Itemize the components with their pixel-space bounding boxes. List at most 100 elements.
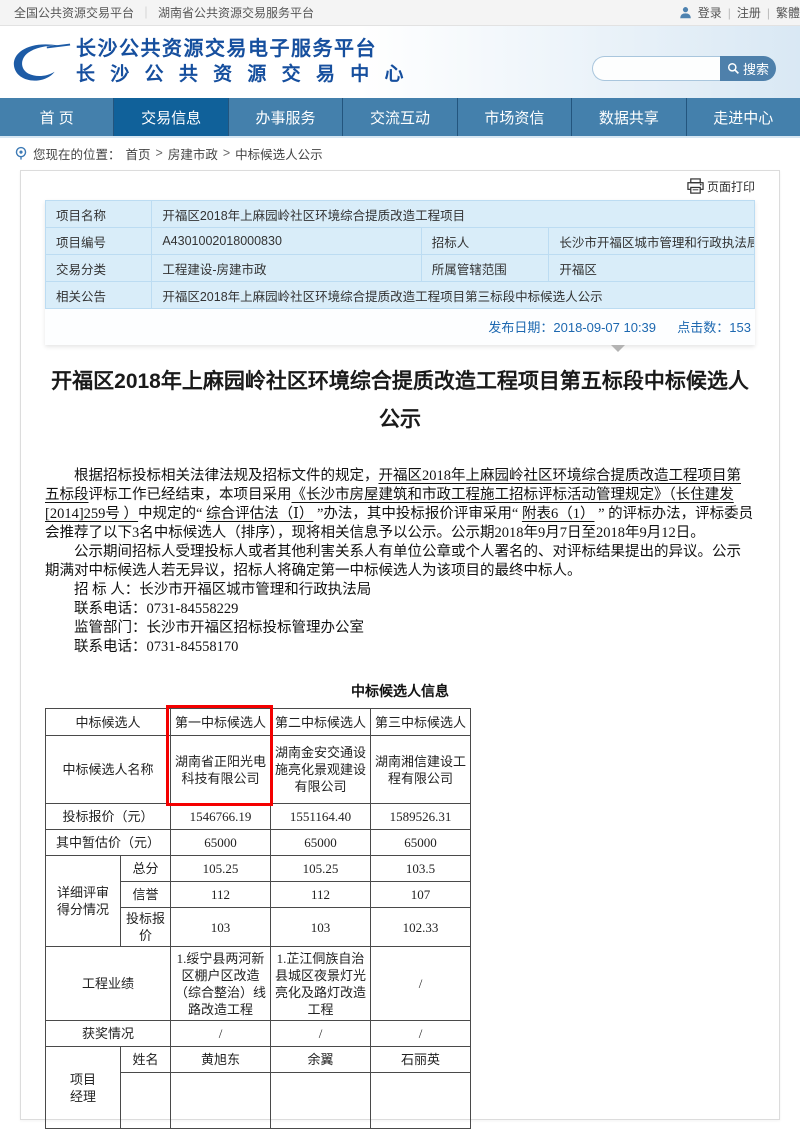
performance-2: 1.芷江侗族自治县城区夜景灯光亮化及路灯改造工程 xyxy=(271,947,371,1021)
awards-2: / xyxy=(271,1021,371,1047)
top-utility-bar: 全国公共资源交易平台 ｜ 湖南省公共资源交易服务平台 登录 | 注册 | 繁體 xyxy=(0,0,800,26)
contact-line-phone-2: 联系电话：0731-84558170 xyxy=(45,638,755,657)
manager-name-3: 石丽英 xyxy=(371,1047,471,1073)
project-name-value: 开福区2018年上麻园岭社区环境综合提质改造工程项目 xyxy=(152,201,755,228)
breadcrumb-home[interactable]: 首页 xyxy=(126,144,151,163)
register-link[interactable]: 注册 xyxy=(737,4,761,21)
performance-1: 1.绥宁县两河新区棚户区改造（综合整治）线路改造工程 xyxy=(171,947,271,1021)
site-title-line2: 长 沙 公 共 资 源 交 易 中 心 xyxy=(76,62,409,88)
project-no-value: A4301002018000830 xyxy=(152,228,421,255)
score-credit-1: 112 xyxy=(171,882,271,908)
traditional-chinese-link[interactable]: 繁體 xyxy=(776,4,800,21)
link-national-platform[interactable]: 全国公共资源交易平台 xyxy=(14,4,134,21)
header-candidate: 中标候选人 xyxy=(46,709,171,736)
topbar-auth: 登录 | 注册 | 繁體 xyxy=(679,4,800,21)
user-icon xyxy=(679,6,692,19)
row-label: 其中暂估价（元） xyxy=(46,830,171,856)
table-cell-empty xyxy=(371,1073,471,1129)
site-logo[interactable] xyxy=(10,38,72,86)
awards-1: / xyxy=(171,1021,271,1047)
row-label: 投标报价（元） xyxy=(46,804,171,830)
location-pin-icon xyxy=(14,146,28,160)
score-bid-3: 102.33 xyxy=(371,908,471,947)
candidates-table: 中标候选人 第一中标候选人 第二中标候选人 第三中标候选人 中标候选人名称 湖南… xyxy=(45,708,471,1129)
tenderer-value: 长沙市开福区城市管理和行政执法局 xyxy=(549,228,755,255)
notice-cell: 开福区2018年上麻园岭社区环境综合提质改造工程项目第三标段中标候选人公示 xyxy=(152,282,755,309)
article-paragraph-2: 公示期间招标人受理投标人或者其他利害关系人有单位公章或个人署名的、对评标结果提出… xyxy=(45,543,755,581)
login-link[interactable]: 登录 xyxy=(698,4,722,21)
site-header: 长沙公共资源交易电子服务平台 长 沙 公 共 资 源 交 易 中 心 搜索 xyxy=(0,26,800,98)
row-bid-price: 投标报价（元） 1546766.19 1551164.40 1589526.31 xyxy=(46,804,471,830)
main-nav: 首 页 交易信息 办事服务 交流互动 市场资信 数据共享 走进中心 xyxy=(0,98,800,138)
bid-price-1: 1546766.19 xyxy=(171,804,271,830)
row-label: 信誉 xyxy=(121,882,171,908)
bid-price-2: 1551164.40 xyxy=(271,804,371,830)
contact-line-supervisor: 监管部门：长沙市开福区招标投标管理办公室 xyxy=(45,619,755,638)
content-card: 页面打印 项目名称 开福区2018年上麻园岭社区环境综合提质改造工程项目 项目编… xyxy=(20,170,780,1120)
candidate-3-name: 湖南湘信建设工程有限公司 xyxy=(371,736,471,804)
row-candidate-names: 中标候选人名称 湖南省正阳光电科技有限公司 湖南金安交通设施亮化景观建设有限公司… xyxy=(46,736,471,804)
auth-separator: | xyxy=(767,6,770,20)
row-label: 中标候选人名称 xyxy=(46,736,171,804)
breadcrumb-prefix: 您现在的位置： xyxy=(33,144,121,163)
nav-item-market-credit[interactable]: 市场资信 xyxy=(458,98,572,136)
header-second-candidate: 第二中标候选人 xyxy=(271,709,371,736)
link-hunan-platform[interactable]: 湖南省公共资源交易服务平台 xyxy=(158,4,314,21)
site-search: 搜索 xyxy=(592,56,776,81)
print-page-button[interactable]: 页面打印 xyxy=(45,171,755,200)
score-total-3: 103.5 xyxy=(371,856,471,882)
print-page-label: 页面打印 xyxy=(707,178,755,195)
nav-item-about-center[interactable]: 走进中心 xyxy=(687,98,800,136)
nav-item-interaction[interactable]: 交流互动 xyxy=(343,98,457,136)
candidates-header-row: 中标候选人 第一中标候选人 第二中标候选人 第三中标候选人 xyxy=(46,709,471,736)
p1-text: 中规定的“ xyxy=(138,506,206,522)
nav-item-home[interactable]: 首 页 xyxy=(0,98,114,136)
search-input[interactable] xyxy=(592,56,720,81)
related-notice-link[interactable]: 开福区2018年上麻园岭社区环境综合提质改造工程项目第三标段中标候选人公示 xyxy=(162,290,602,304)
notice-label: 相关公告 xyxy=(46,282,152,309)
bid-price-3: 1589526.31 xyxy=(371,804,471,830)
estimate-1: 65000 xyxy=(171,830,271,856)
contact-line-phone-1: 联系电话：0731-84558229 xyxy=(45,600,755,619)
breadcrumb-current: 中标候选人公示 xyxy=(235,144,323,163)
breadcrumb-separator: > xyxy=(223,146,230,160)
project-no-label: 项目编号 xyxy=(46,228,152,255)
nav-item-data-sharing[interactable]: 数据共享 xyxy=(572,98,686,136)
nav-item-services[interactable]: 办事服务 xyxy=(229,98,343,136)
row-awards: 获奖情况 / / / xyxy=(46,1021,471,1047)
publish-date-label: 发布日期： xyxy=(488,320,553,335)
collapse-panel-arrow[interactable] xyxy=(611,345,625,352)
clicks-value: 153 xyxy=(729,320,751,335)
table-cell-empty xyxy=(171,1073,271,1129)
row-label: 获奖情况 xyxy=(46,1021,171,1047)
manager-name-1: 黄旭东 xyxy=(171,1047,271,1073)
manager-group-label: 项目 经理 xyxy=(46,1047,121,1129)
row-label: 投标报价 xyxy=(121,908,171,947)
topbar-links: 全国公共资源交易平台 ｜ 湖南省公共资源交易服务平台 xyxy=(14,4,314,21)
publish-date-value: 2018-09-07 10:39 xyxy=(553,320,656,335)
p1-text: 评标工作已经结束，本项目采用 xyxy=(89,487,292,503)
nav-item-trade-info[interactable]: 交易信息 xyxy=(114,98,228,136)
breadcrumb: 您现在的位置： 首页 > 房建市政 > 中标候选人公示 xyxy=(0,138,800,168)
search-icon xyxy=(727,62,740,75)
breadcrumb-category[interactable]: 房建市政 xyxy=(168,144,218,163)
p1-underlined-schedule: 附表6（1） xyxy=(522,506,595,522)
candidates-table-title: 中标候选人信息 xyxy=(45,681,755,701)
article-paragraph-1: 根据招标投标相关法律法规及招标文件的规定，开福区2018年上麻园岭社区环境综合提… xyxy=(45,467,755,543)
candidates-table-wrap: 中标候选人 第一中标候选人 第二中标候选人 第三中标候选人 中标候选人名称 湖南… xyxy=(45,708,470,1129)
row-performance: 工程业绩 1.绥宁县两河新区棚户区改造（综合整治）线路改造工程 1.芷江侗族自治… xyxy=(46,947,471,1021)
header-first-candidate: 第一中标候选人 xyxy=(171,709,271,736)
search-button[interactable]: 搜索 xyxy=(720,56,776,81)
topbar-separator: ｜ xyxy=(140,4,152,21)
score-total-2: 105.25 xyxy=(271,856,371,882)
article-body: 根据招标投标相关法律法规及招标文件的规定，开福区2018年上麻园岭社区环境综合提… xyxy=(45,467,755,657)
estimate-3: 65000 xyxy=(371,830,471,856)
category-label: 交易分类 xyxy=(46,255,152,282)
row-manager-name: 项目 经理 姓名 黄旭东 余翼 石丽英 xyxy=(46,1047,471,1073)
row-label: 工程业绩 xyxy=(46,947,171,1021)
score-bid-2: 103 xyxy=(271,908,371,947)
p1-text: ”办法，其中投标报价评审采用“ xyxy=(313,506,522,522)
clicks-label: 点击数： xyxy=(677,320,729,335)
estimate-2: 65000 xyxy=(271,830,371,856)
candidate-1-name: 湖南省正阳光电科技有限公司 xyxy=(171,736,271,804)
